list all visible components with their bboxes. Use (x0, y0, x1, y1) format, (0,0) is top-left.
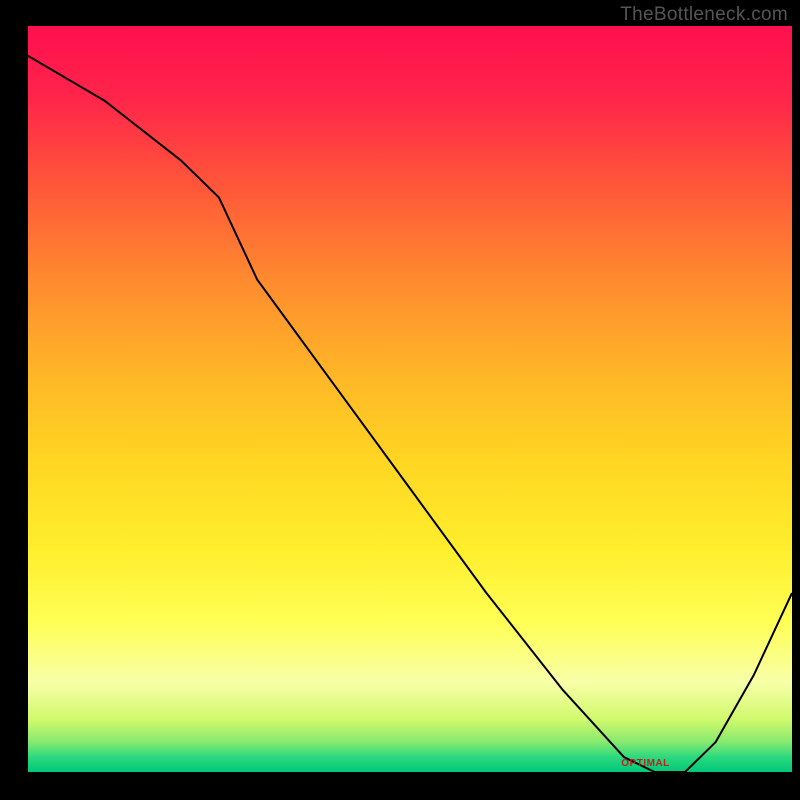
bottleneck-chart: TheBottleneck.com OPTIMAL (0, 0, 800, 800)
watermark-label: TheBottleneck.com (620, 4, 788, 26)
bottleneck-curve (28, 26, 792, 772)
optimal-label: OPTIMAL (621, 758, 670, 769)
plot-area: OPTIMAL (28, 26, 792, 772)
